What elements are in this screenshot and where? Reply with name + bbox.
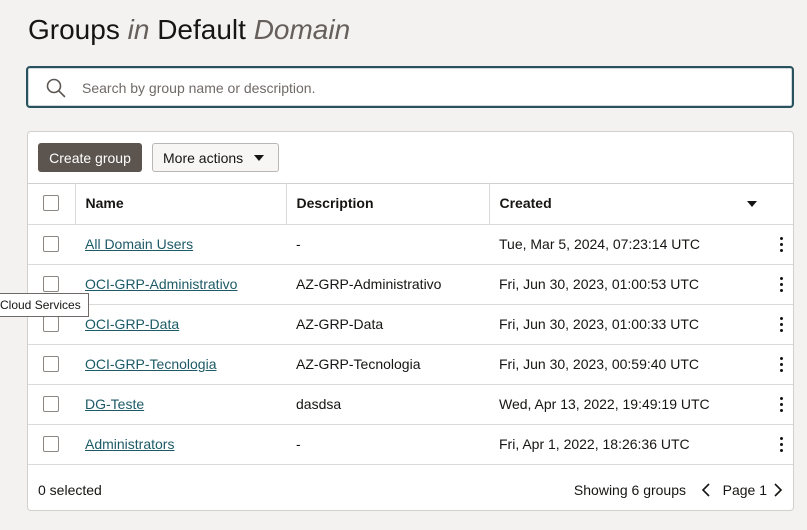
row-checkbox[interactable] — [43, 356, 59, 372]
row-name-cell: OCI-GRP-Data — [75, 304, 286, 345]
title-groups: Groups — [28, 14, 120, 45]
chevron-down-icon — [254, 155, 264, 161]
row-checkbox[interactable] — [43, 236, 59, 252]
table-row: OCI-GRP-Data AZ-GRP-Data Fri, Jun 30, 20… — [28, 304, 793, 345]
row-checkbox[interactable] — [43, 436, 59, 452]
groups-table: Name Description Created All Domain User… — [28, 183, 793, 465]
table-footer: 0 selected Showing 6 groups Page 1 — [28, 470, 793, 510]
row-created: Fri, Jun 30, 2023, 00:59:40 UTC — [499, 356, 699, 372]
toolbar: Create group More actions — [28, 132, 793, 184]
groups-panel: Create group More actions Name Descripti… — [27, 131, 794, 511]
title-default: Default — [157, 14, 246, 45]
row-check-cell — [28, 424, 75, 465]
more-actions-label: More actions — [163, 149, 244, 166]
row-description: AZ-GRP-Data — [286, 304, 489, 345]
table-header-row: Name Description Created — [28, 183, 793, 225]
row-description: dasdsa — [286, 384, 489, 425]
page-title: Groups in Default Domain — [28, 12, 350, 48]
title-in: in — [127, 14, 150, 45]
row-checkbox[interactable] — [43, 396, 59, 412]
row-check-cell — [28, 224, 75, 265]
row-description: - — [286, 224, 489, 265]
header-created[interactable]: Created — [488, 183, 793, 225]
row-created: Fri, Apr 1, 2022, 18:26:36 UTC — [499, 436, 690, 452]
row-name-cell: DG-Teste — [75, 384, 286, 425]
sort-desc-icon[interactable] — [747, 201, 757, 207]
row-created: Fri, Jun 30, 2023, 01:00:33 UTC — [499, 316, 699, 332]
row-description: - — [286, 424, 489, 465]
row-created: Wed, Apr 13, 2022, 19:49:19 UTC — [499, 396, 710, 412]
row-created-cell: Fri, Apr 1, 2022, 18:26:36 UTC — [489, 424, 793, 465]
row-description: AZ-GRP-Tecnologia — [286, 344, 489, 385]
kebab-menu-icon[interactable] — [780, 436, 784, 453]
showing-count: Showing 6 groups — [573, 482, 686, 498]
selected-count: 0 selected — [38, 482, 102, 498]
row-created-cell: Tue, Mar 5, 2024, 07:23:14 UTC — [489, 224, 793, 265]
table-row: OCI-GRP-Administrativo AZ-GRP-Administra… — [28, 264, 793, 305]
more-actions-button[interactable]: More actions — [152, 143, 279, 172]
group-link[interactable]: Administrators — [85, 436, 174, 452]
table-row: Administrators - Fri, Apr 1, 2022, 18:26… — [28, 424, 793, 465]
row-checkbox[interactable] — [43, 316, 59, 332]
table-row: DG-Teste dasdsa Wed, Apr 13, 2022, 19:49… — [28, 384, 793, 425]
kebab-menu-icon[interactable] — [780, 236, 784, 253]
table-row: OCI-GRP-Tecnologia AZ-GRP-Tecnologia Fri… — [28, 344, 793, 385]
chevron-right-icon[interactable] — [771, 482, 785, 498]
header-name[interactable]: Name — [74, 183, 286, 225]
group-link[interactable]: DG-Teste — [85, 396, 144, 412]
row-name-cell: All Domain Users — [75, 224, 286, 265]
tooltip: Cloud Services — [0, 293, 89, 317]
row-created-cell: Fri, Jun 30, 2023, 01:00:33 UTC — [489, 304, 793, 345]
group-link[interactable]: All Domain Users — [85, 236, 193, 252]
chevron-left-icon[interactable] — [699, 482, 713, 498]
row-check-cell — [28, 344, 75, 385]
header-description[interactable]: Description — [285, 183, 489, 225]
page-indicator: Page 1 — [722, 482, 767, 498]
search-input[interactable] — [80, 74, 774, 102]
row-name-cell: Administrators — [75, 424, 286, 465]
row-name-cell: OCI-GRP-Tecnologia — [75, 344, 286, 385]
row-created-cell: Fri, Jun 30, 2023, 00:59:40 UTC — [489, 344, 793, 385]
group-link[interactable]: OCI-GRP-Data — [85, 316, 179, 332]
kebab-menu-icon[interactable] — [780, 356, 784, 373]
row-created: Tue, Mar 5, 2024, 07:23:14 UTC — [499, 236, 701, 252]
header-created-label: Created — [499, 195, 552, 212]
group-link[interactable]: OCI-GRP-Tecnologia — [85, 356, 217, 372]
group-link[interactable]: OCI-GRP-Administrativo — [85, 276, 237, 292]
kebab-menu-icon[interactable] — [780, 316, 784, 333]
row-created-cell: Wed, Apr 13, 2022, 19:49:19 UTC — [489, 384, 793, 425]
search-icon — [46, 78, 66, 98]
row-check-cell — [28, 384, 75, 425]
title-domain: Domain — [253, 14, 351, 45]
search-box — [26, 66, 794, 108]
select-all-checkbox[interactable] — [43, 195, 59, 212]
create-group-button[interactable]: Create group — [38, 143, 142, 172]
row-created: Fri, Jun 30, 2023, 01:00:53 UTC — [499, 276, 699, 292]
header-select-all-cell — [28, 183, 75, 225]
row-created-cell: Fri, Jun 30, 2023, 01:00:53 UTC — [489, 264, 793, 305]
table-row: All Domain Users - Tue, Mar 5, 2024, 07:… — [28, 224, 793, 265]
kebab-menu-icon[interactable] — [780, 276, 784, 293]
row-description: AZ-GRP-Administrativo — [286, 264, 489, 305]
row-checkbox[interactable] — [43, 276, 59, 292]
row-name-cell: OCI-GRP-Administrativo — [75, 264, 286, 305]
kebab-menu-icon[interactable] — [780, 396, 784, 413]
